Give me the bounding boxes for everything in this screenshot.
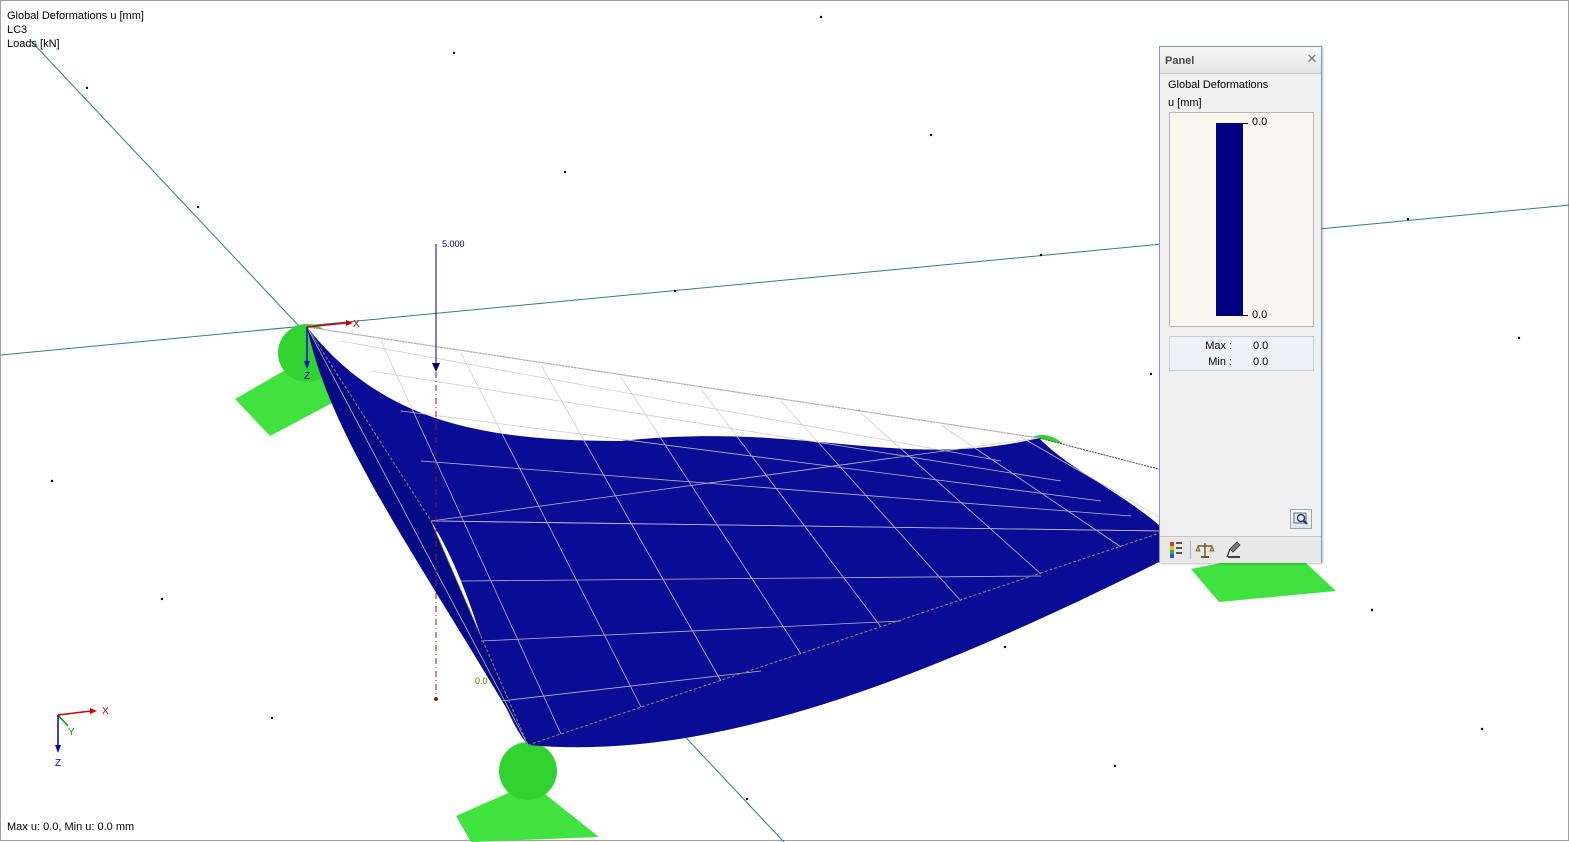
legend-top-value: 0.0 [1252,116,1268,128]
axis-x-label: X [102,706,109,717]
legend-tick-bottom [1243,315,1248,316]
model-viewport[interactable]: 5.000 0.0 X Z X Y Z Global Deformations … [0,0,1569,842]
results-panel[interactable]: Panel ✕ Global Deformations u [mm] 0.0 0… [1159,46,1322,563]
footer-divider [1190,541,1191,559]
support-sphere-bottom[interactable] [499,742,557,800]
balance-icon[interactable] [1194,540,1216,560]
cursor-tool-icon[interactable] [1224,540,1246,560]
panel-footer-tabs [1160,536,1321,563]
panel-heading: Global Deformations [1168,79,1269,91]
load-case-label: LC3 [7,24,28,36]
color-legend[interactable]: 0.0 0.0 [1169,112,1314,327]
legend-bottom-value: 0.0 [1252,309,1268,321]
load-value-label: 5.000 [442,239,465,249]
panel-titlebar[interactable]: Panel ✕ [1160,47,1321,74]
zoom-button[interactable] [1290,509,1312,529]
svg-text:Z: Z [304,371,310,382]
legend-color-bar[interactable] [1216,123,1243,316]
model-scene[interactable]: 5.000 0.0 X Z X Y Z [1,1,1569,842]
result-type-label: Global Deformations u [mm] [7,10,144,22]
svg-text:X: X [353,319,360,330]
loads-unit-label: Loads [kN] [7,38,60,50]
legend-tick-top [1243,123,1248,124]
min-max-summary: Max : 0.0 Min : 0.0 [1169,336,1314,371]
max-label: Max [1205,340,1226,352]
axis-z-label: Z [55,758,61,769]
max-row: Max : 0.0 [1205,340,1269,352]
min-row: Min : 0.0 [1208,356,1269,368]
coordinate-system-icon: X Y Z [55,706,109,769]
close-icon[interactable]: ✕ [1305,52,1319,66]
panel-title: Panel [1165,55,1195,67]
panel-unit: u [mm] [1168,97,1202,109]
axis-y-label: Y [68,727,75,738]
min-label: Min [1208,356,1226,368]
min-value: 0.0 [1253,356,1269,368]
node-value-label: 0.0 [475,676,488,686]
status-summary: Max u: 0.0, Min u: 0.0 mm [7,821,135,833]
max-value: 0.0 [1253,340,1269,352]
magnifier-icon [1293,512,1308,525]
color-scale-icon[interactable] [1165,540,1187,560]
